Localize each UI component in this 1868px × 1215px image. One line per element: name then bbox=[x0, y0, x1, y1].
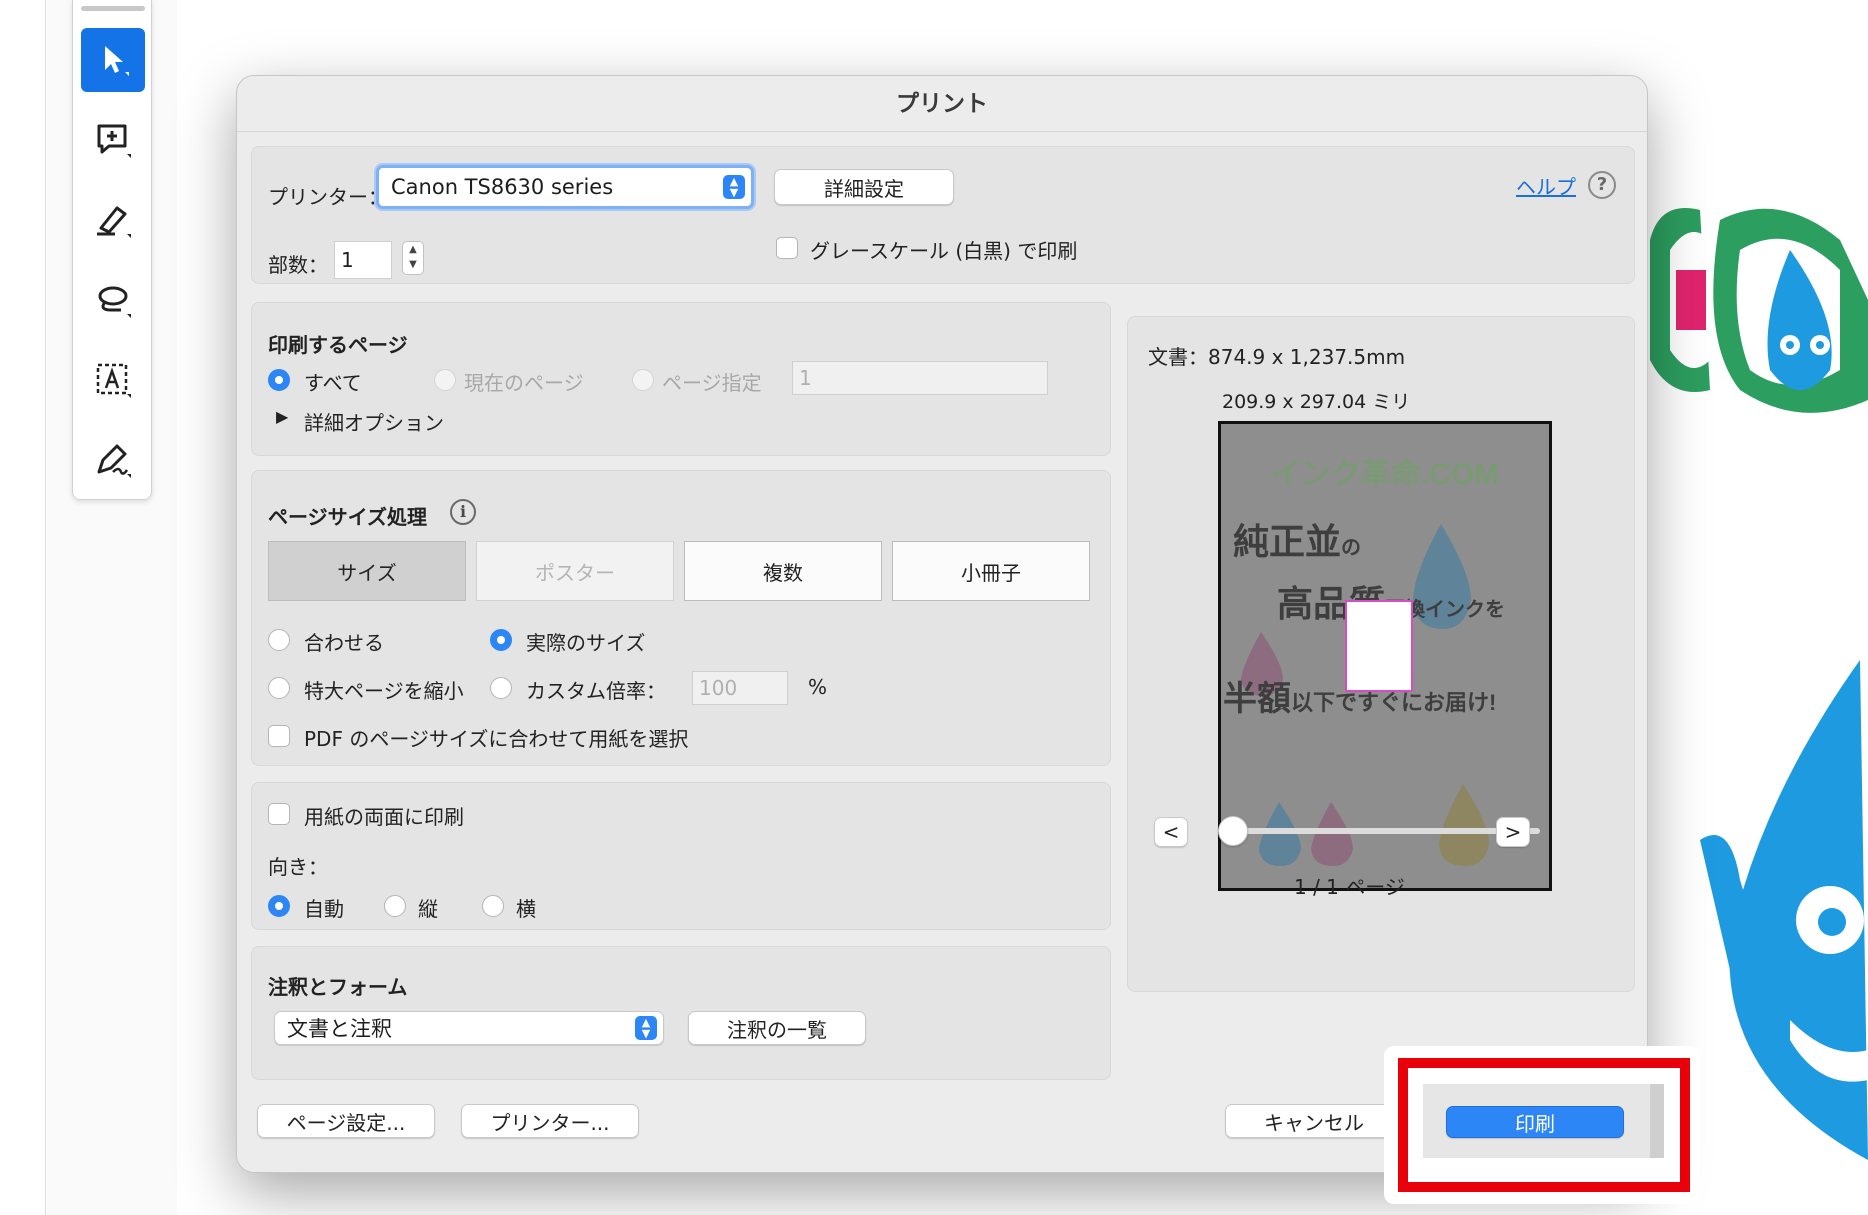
preview-line1-big: 純正並 bbox=[1233, 521, 1341, 562]
summarize-comments-button[interactable]: 注釈の一覧 bbox=[688, 1011, 866, 1045]
printer-properties-button[interactable]: 詳細設定 bbox=[774, 169, 954, 205]
lasso-icon[interactable] bbox=[81, 268, 145, 332]
shrink-radio[interactable] bbox=[268, 677, 290, 699]
page-slider-track[interactable] bbox=[1220, 828, 1540, 834]
pages-current-label: 現在のページ bbox=[464, 371, 584, 395]
dialog-title: プリント bbox=[237, 76, 1647, 132]
printer-select-value: Canon TS8630 series bbox=[391, 175, 614, 199]
preview-line1-small: の bbox=[1341, 537, 1361, 559]
next-page-button[interactable]: > bbox=[1496, 817, 1530, 847]
tab-multiple[interactable]: 複数 bbox=[684, 541, 882, 601]
printer-select[interactable]: Canon TS8630 series ▲ ▼ bbox=[376, 165, 754, 209]
tab-poster[interactable]: ポスター bbox=[476, 541, 674, 601]
tab-size[interactable]: サイズ bbox=[268, 541, 466, 601]
cancel-button[interactable]: キャンセル bbox=[1225, 1104, 1403, 1138]
fit-label: 合わせる bbox=[304, 631, 384, 655]
disclosure-triangle-icon[interactable]: ▶ bbox=[276, 407, 288, 426]
grayscale-label: グレースケール (白黒) で印刷 bbox=[810, 239, 1078, 263]
page-setup-button[interactable]: ページ設定... bbox=[257, 1104, 435, 1138]
chevron-updown-icon: ▲ ▼ bbox=[635, 1016, 657, 1040]
highlighter-icon[interactable] bbox=[81, 188, 145, 252]
actual-size-page-box bbox=[1345, 600, 1413, 692]
preview-panel: 文書：874.9 x 1,237.5mm 209.9 x 297.04 ミリ イ… bbox=[1127, 316, 1635, 992]
percent-label: % bbox=[808, 675, 828, 699]
sign-pen-icon[interactable] bbox=[81, 428, 145, 492]
orientation-landscape-radio[interactable] bbox=[482, 895, 504, 917]
preview-line3-big: 半額 bbox=[1223, 680, 1291, 718]
prev-page-button[interactable]: < bbox=[1154, 817, 1188, 847]
toolbar-grip[interactable] bbox=[81, 6, 145, 11]
choose-paper-checkbox[interactable] bbox=[268, 725, 290, 747]
copies-input[interactable]: 1 bbox=[334, 241, 392, 279]
orientation-auto-label: 自動 bbox=[304, 897, 344, 921]
pages-heading: 印刷するページ bbox=[268, 333, 408, 357]
comments-select[interactable]: 文書と注釈 ▲ ▼ bbox=[274, 1011, 664, 1045]
select-pointer-icon[interactable] bbox=[81, 28, 145, 92]
comments-heading: 注釈とフォーム bbox=[268, 975, 408, 999]
page-indicator: 1 / 1 ページ bbox=[1294, 875, 1405, 899]
duplex-label: 用紙の両面に印刷 bbox=[304, 805, 464, 829]
printer-label: プリンター： bbox=[268, 185, 388, 209]
pages-current-radio[interactable] bbox=[434, 369, 456, 391]
orientation-portrait-label: 縦 bbox=[418, 897, 438, 921]
custom-scale-label: カスタム倍率： bbox=[526, 679, 666, 703]
custom-scale-radio[interactable] bbox=[490, 677, 512, 699]
help-link[interactable]: ヘルプ bbox=[1516, 171, 1576, 200]
grayscale-checkbox[interactable] bbox=[776, 237, 798, 259]
info-icon[interactable]: i bbox=[450, 499, 476, 525]
left-panel-edge bbox=[0, 0, 46, 1215]
chevron-updown-icon: ▲ ▼ bbox=[723, 175, 745, 199]
orientation-label: 向き： bbox=[268, 855, 328, 879]
question-circle-icon[interactable]: ? bbox=[1588, 171, 1616, 199]
text-select-icon[interactable] bbox=[81, 348, 145, 412]
pages-range-input[interactable]: 1 bbox=[792, 361, 1048, 395]
page-sizing-group: ページサイズ処理 i サイズ ポスター 複数 小冊子 合わせる 実際のサイズ 特… bbox=[251, 470, 1111, 766]
preview-logo-text: インク革命.COM bbox=[1271, 457, 1499, 491]
pages-to-print-group: 印刷するページ すべて 現在のページ ページ指定 1 ▶ 詳細オプション bbox=[251, 302, 1111, 456]
comments-forms-group: 注釈とフォーム 文書と注釈 ▲ ▼ 注釈の一覧 bbox=[251, 946, 1111, 1080]
duplex-checkbox[interactable] bbox=[268, 803, 290, 825]
actual-size-radio[interactable] bbox=[490, 629, 512, 651]
fit-radio[interactable] bbox=[268, 629, 290, 651]
highlight-frame bbox=[1398, 1058, 1690, 1192]
more-options-toggle[interactable]: 詳細オプション bbox=[304, 407, 444, 436]
add-comment-icon[interactable] bbox=[81, 108, 145, 172]
paper-size: 209.9 x 297.04 ミリ bbox=[1222, 391, 1411, 413]
copies-stepper[interactable]: ▲ ▼ bbox=[402, 241, 424, 275]
pages-range-label: ページ指定 bbox=[662, 371, 762, 395]
custom-scale-input[interactable]: 100 bbox=[692, 671, 788, 705]
tab-booklet[interactable]: 小冊子 bbox=[892, 541, 1090, 601]
pages-all-label: すべて bbox=[304, 371, 362, 395]
orientation-portrait-radio[interactable] bbox=[384, 895, 406, 917]
choose-paper-label: PDF のページサイズに合わせて用紙を選択 bbox=[304, 727, 689, 751]
duplex-orientation-group: 用紙の両面に印刷 向き： 自動 縦 横 bbox=[251, 782, 1111, 930]
comments-select-value: 文書と注釈 bbox=[287, 1017, 392, 1041]
print-dialog: プリント プリンター： Canon TS8630 series ▲ ▼ 詳細設定 … bbox=[236, 75, 1648, 1173]
tools-toolbar bbox=[72, 0, 152, 500]
document-size: 文書：874.9 x 1,237.5mm bbox=[1148, 345, 1406, 369]
orientation-landscape-label: 横 bbox=[516, 897, 536, 921]
printer-button[interactable]: プリンター... bbox=[461, 1104, 639, 1138]
sizing-heading: ページサイズ処理 bbox=[268, 505, 427, 529]
printer-group: プリンター： Canon TS8630 series ▲ ▼ 詳細設定 ヘルプ ?… bbox=[251, 146, 1635, 284]
orientation-auto-radio[interactable] bbox=[268, 895, 290, 917]
pages-all-radio[interactable] bbox=[268, 369, 290, 391]
pages-range-radio[interactable] bbox=[632, 369, 654, 391]
copies-label: 部数： bbox=[268, 253, 328, 277]
actual-size-label: 実際のサイズ bbox=[526, 631, 646, 655]
shrink-label: 特大ページを縮小 bbox=[304, 679, 464, 703]
preview-line3-small: 以下ですぐにお届け! bbox=[1291, 690, 1496, 715]
page-slider-knob[interactable] bbox=[1218, 816, 1248, 846]
